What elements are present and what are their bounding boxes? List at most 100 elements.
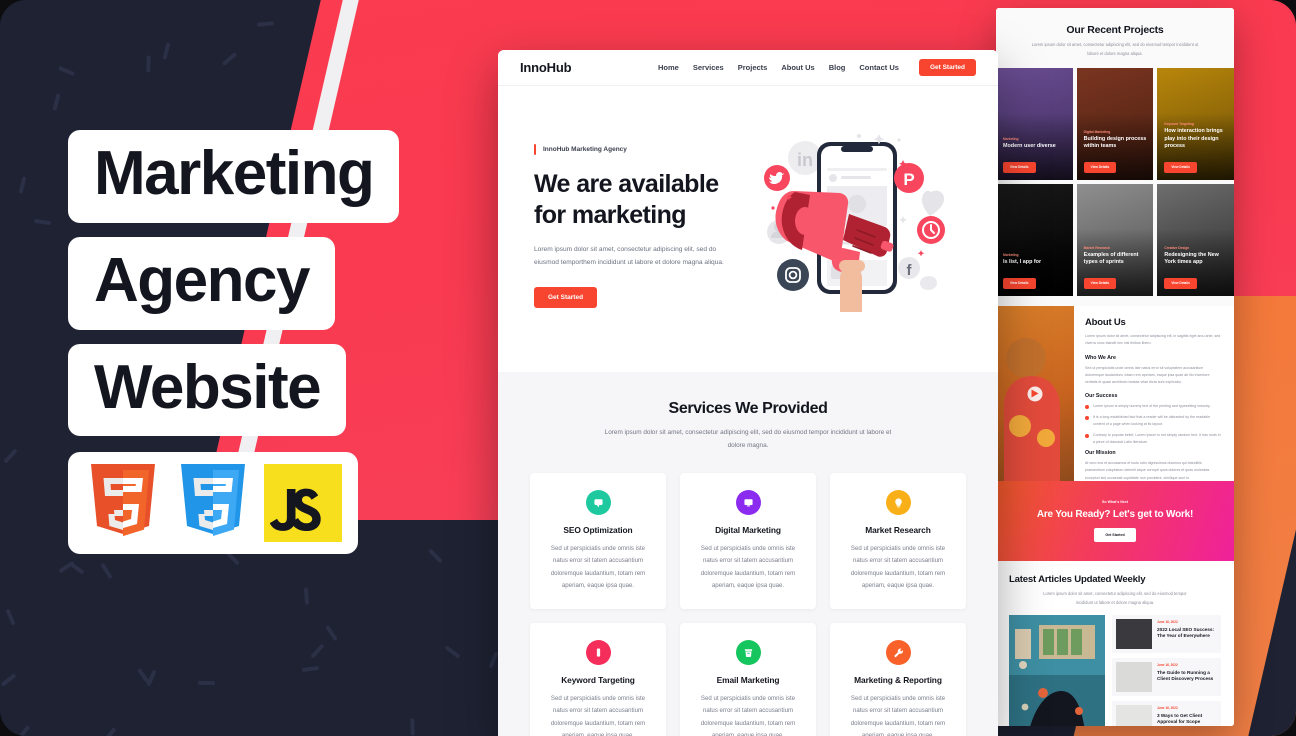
play-icon[interactable] [1027,386,1043,402]
services-section: Services We Provided Lorem ipsum dolor s… [498,372,998,736]
service-card[interactable]: SEO Optimization Sed ut perspiciatis unde… [530,472,666,609]
dash-mark [5,608,16,626]
project-card[interactable]: Keyword Targeting How interaction brings … [1157,68,1234,181]
project-card-tag: Marketing [1003,252,1019,257]
monitor-icon [735,489,761,515]
article-title: The Guide to Running a Client Discovery … [1157,669,1214,682]
service-card[interactable]: Digital Marketing Sed ut perspiciatis und… [680,472,816,609]
service-card-description: Sed ut perspiciatis unde omnis iste natu… [850,694,946,736]
hero-get-started-button[interactable]: Get Started [534,287,598,309]
project-view-details-button[interactable]: View Details [1164,161,1197,173]
nav-item-contact-us[interactable]: Contact Us [859,63,899,72]
nav-links: Home Services Projects About Us Blog Con… [658,59,976,76]
project-view-details-button[interactable]: View Details [1083,161,1117,173]
brand-logo[interactable]: InnoHub [520,60,572,75]
hero-paragraph: Lorem ipsum dolor sit amet, consectetur … [534,246,724,266]
lightbulb-icon [885,489,911,515]
project-view-details-button[interactable]: View Details [1083,277,1117,289]
dash-mark [256,21,275,27]
about-bullet: Contrary to popular belief, Lorem Ipsum … [1085,432,1222,446]
nav-get-started-button[interactable]: Get Started [918,59,976,76]
about-title: About Us [1085,317,1126,329]
project-view-details-button[interactable]: View Details [1003,161,1036,173]
nav-item-home[interactable]: Home [658,63,679,72]
article-thumbnail [1116,705,1152,726]
service-card[interactable]: Market Research Sed ut perspiciatis unde … [830,472,966,609]
nav-item-blog[interactable]: Blog [829,63,846,72]
dash-mark [324,624,338,642]
project-card[interactable]: Marketing Modern user diverse View Details [996,68,1073,181]
project-card[interactable]: Market Research Examples of different typ… [1076,184,1154,297]
site-navbar: InnoHub Home Services Projects About Us … [498,50,998,86]
dash-mark [33,218,51,226]
article-title: 3 Ways to Get Client Approval for Scope … [1157,712,1203,725]
project-view-details-button[interactable]: View Details [1003,277,1036,289]
project-card-title: Building design process within teams [1083,135,1147,149]
nav-item-services[interactable]: Services [693,63,724,72]
dash-mark [52,93,61,111]
css3-icon [174,464,252,542]
dash-mark [0,672,17,687]
cta-banner: So What's Next Are You Ready? Let's get … [996,481,1234,562]
service-card[interactable]: Keyword Targeting Sed ut perspiciatis und… [530,622,666,736]
services-title: Services We Provided [668,400,828,417]
hero-eyebrow-text: InnoHub Marketing Agency [543,146,627,153]
project-card-title: Is list, I app for [1003,258,1042,265]
nav-item-about-us[interactable]: About Us [781,63,814,72]
dash-mark [68,561,85,575]
dash-mark [488,651,499,669]
service-card-description: Sed ut perspiciatis unde omnis iste natu… [700,694,796,736]
dash-mark [146,55,152,73]
promo-title-stack: Marketing Agency Website [68,130,400,555]
projects-grid-row-2: Marketing Is list, I app for View Details M… [996,184,1234,306]
bullet-dot-icon [1085,434,1089,439]
article-meta: June 16, 2022 3 Ways to Get Client Approv… [1157,705,1217,726]
project-card-tag: Keyword Targeting [1164,122,1194,127]
dash-mark [18,176,27,194]
service-card-title: SEO Optimization [563,524,633,535]
main-website-mockup: InnoHub Home Services Projects About Us … [498,50,998,736]
svg-text:in: in [797,150,813,170]
hero-eyebrow: InnoHub Marketing Agency [534,144,782,155]
project-card-title: Examples of different types of sprints [1083,251,1139,265]
article-list-item[interactable]: June 16, 2022 The Guide to Running a Clie… [1112,658,1221,697]
promo-title-line-1: Marketing [68,130,400,223]
cta-eyebrow: So What's Next [1101,500,1128,505]
articles-layout: June 16, 2022 2022 Local SEO Success: The… [1009,615,1221,726]
service-card[interactable]: Email Marketing Sed ut perspiciatis unde … [680,622,816,736]
about-bullet-text: It is a long established fact that a rea… [1093,415,1211,427]
promo-canvas: Marketing Agency Website InnoHub Home Se… [0,0,1296,736]
about-success-title: Our Success [1085,393,1118,400]
project-card-title: Redesigning the New York times app [1164,251,1219,265]
service-card-title: Market Research [865,524,931,535]
dash-mark [302,666,320,673]
chat-bubble-icon [585,489,611,515]
project-card[interactable]: Digital Marketing Building design process… [1076,68,1154,181]
about-who-title: Who We Are [1085,354,1116,361]
cta-get-started-button[interactable]: Get Started [1094,528,1136,543]
about-who-text: Sed ut perspiciatis unde omnis iste natu… [1085,365,1210,384]
secondary-website-mockup: Our Recent Projects Lorem ipsum dolor si… [996,8,1234,726]
about-bullet: Lorem ipsum is simply dummy text of the … [1085,403,1222,410]
hero-illustration: in P f [764,126,972,372]
about-success-bullets: Lorem ipsum is simply dummy text of the … [1085,403,1222,446]
articles-list: June 16, 2022 2022 Local SEO Success: The… [1112,615,1221,726]
dash-mark [197,680,215,686]
service-card[interactable]: Marketing & Reporting Sed ut perspiciatis… [830,622,966,736]
service-card-title: Digital Marketing [715,524,781,535]
about-bullet-text: Contrary to popular belief, Lorem Ipsum … [1093,433,1221,445]
project-card-title: Modern user diverse [1003,142,1056,149]
project-view-details-button[interactable]: View Details [1164,277,1197,289]
nav-item-projects[interactable]: Projects [738,63,768,72]
articles-hero-image[interactable] [1009,615,1105,726]
project-card[interactable]: Marketing Is list, I app for View Details [996,184,1073,297]
dash-mark [221,52,238,67]
article-list-item[interactable]: June 16, 2022 3 Ways to Get Client Approv… [1112,701,1221,726]
articles-section: Latest Articles Updated Weekly Lorem ips… [996,561,1234,726]
article-list-item[interactable]: June 16, 2022 2022 Local SEO Success: The… [1112,615,1221,654]
dash-mark [136,667,151,684]
about-copy: About Us Lorem ipsum dolor sit amet, con… [1074,306,1234,481]
project-card[interactable]: Creative Design Redesigning the New York … [1157,184,1234,297]
tech-badge-group [68,452,358,555]
dash-mark [410,718,415,736]
